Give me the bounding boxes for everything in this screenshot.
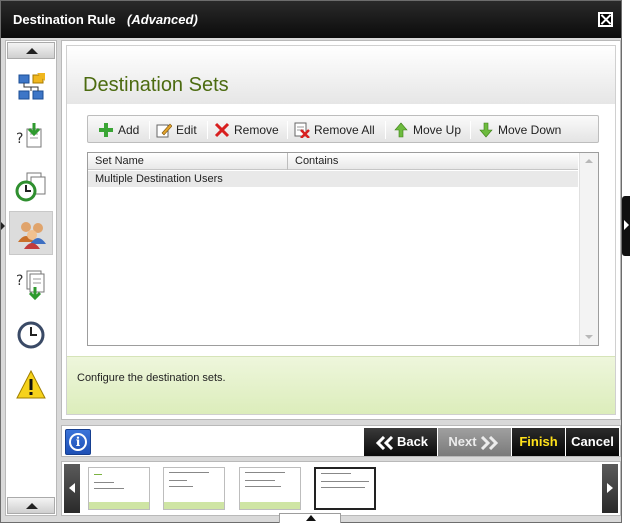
table-header: Set Name Contains	[88, 153, 578, 170]
svg-text:?: ?	[16, 273, 23, 289]
back-button-label: Back	[396, 434, 429, 449]
add-button[interactable]: Add	[98, 120, 139, 140]
thumbnail-scroll-left-button[interactable]	[64, 464, 80, 513]
column-header-contains[interactable]: Contains	[295, 155, 338, 167]
plus-icon	[99, 123, 113, 137]
description-text: Configure the destination sets.	[77, 372, 226, 384]
thumbnail-step[interactable]	[88, 467, 150, 510]
chevron-up-icon	[26, 48, 38, 54]
expand-side-panel-handle[interactable]	[622, 196, 630, 256]
table-vertical-scrollbar[interactable]	[579, 153, 598, 345]
remove-all-button-label: Remove All	[314, 123, 375, 137]
next-button-label: Next	[448, 434, 477, 449]
destination-sets-panel: Destination Sets Add Edit Remove Remove …	[66, 45, 616, 415]
info-button[interactable]: i	[65, 429, 91, 455]
sidebar-item-timing[interactable]	[9, 165, 53, 209]
question-download-icon: ?	[16, 123, 42, 148]
question-document-download-icon: ?	[16, 270, 45, 301]
main-content: Destination Sets Add Edit Remove Remove …	[61, 40, 621, 420]
next-button[interactable]: Next	[438, 428, 511, 456]
move-down-button-label: Move Down	[498, 123, 562, 137]
arrow-up-icon	[394, 122, 408, 138]
clock-copy-icon	[15, 172, 46, 202]
active-step-pointer-icon	[1, 222, 5, 230]
window-title: Destination Rule	[13, 12, 116, 27]
info-icon: i	[69, 433, 87, 451]
collapse-thumbnails-tab[interactable]	[279, 513, 341, 523]
description-panel: Configure the destination sets.	[67, 356, 615, 414]
remove-button-label: Remove	[234, 123, 279, 137]
thumbnail-step-selected[interactable]	[314, 467, 376, 510]
thumbnail-step[interactable]	[163, 467, 225, 510]
edit-button-label: Edit	[176, 123, 197, 137]
process-diagram-icon	[18, 73, 45, 100]
chevron-up-icon	[26, 503, 38, 509]
close-icon[interactable]	[598, 12, 613, 27]
remove-all-button[interactable]: Remove All	[294, 120, 375, 140]
toolbar-divider	[470, 121, 471, 139]
page-title: Destination Sets	[83, 74, 229, 96]
page-header: Destination Sets	[67, 46, 615, 104]
users-group-icon	[18, 222, 46, 249]
remove-button[interactable]: Remove	[214, 120, 279, 140]
sidebar-item-destinations[interactable]	[9, 211, 53, 255]
sidebar-item-warnings[interactable]	[9, 363, 53, 407]
remove-all-icon	[294, 122, 310, 138]
move-down-button[interactable]: Move Down	[478, 120, 561, 140]
sidebar-scroll-up-button[interactable]	[7, 42, 55, 59]
sidebar-scroll-down-button[interactable]	[7, 497, 55, 514]
scroll-up-icon[interactable]	[585, 159, 593, 163]
window-subtitle: (Advanced)	[127, 12, 198, 27]
clock-icon	[17, 321, 45, 349]
wizard-button-bar: i Back Next Finish Cancel	[61, 425, 621, 457]
toolbar-divider	[207, 121, 208, 139]
cancel-button[interactable]: Cancel	[566, 428, 619, 456]
title-bar: Destination Rule (Advanced)	[1, 1, 621, 38]
double-chevron-right-icon	[480, 435, 498, 450]
scroll-down-icon[interactable]	[585, 335, 593, 339]
finish-button[interactable]: Finish	[512, 428, 565, 456]
sidebar-item-escalation[interactable]	[9, 313, 53, 357]
table-row[interactable]: Multiple Destination Users	[88, 171, 578, 187]
chevron-right-icon	[607, 483, 613, 493]
destination-sets-table: Set Name Contains Multiple Destination U…	[87, 152, 599, 346]
destination-rule-window: Destination Rule (Advanced) ? ? Destinat…	[0, 0, 622, 523]
destination-sets-toolbar: Add Edit Remove Remove All Move Up Move …	[87, 115, 599, 143]
red-x-icon	[214, 122, 230, 138]
add-button-label: Add	[118, 123, 140, 137]
chevron-left-icon	[69, 483, 75, 493]
svg-text:?: ?	[16, 131, 23, 147]
sidebar-item-process[interactable]	[9, 65, 53, 109]
back-button[interactable]: Back	[364, 428, 437, 456]
warning-icon	[16, 369, 46, 399]
chevron-right-icon	[624, 220, 629, 230]
toolbar-divider	[385, 121, 386, 139]
column-header-set-name[interactable]: Set Name	[95, 155, 144, 167]
wizard-step-sidebar: ? ?	[5, 40, 57, 516]
toolbar-divider	[149, 121, 150, 139]
double-chevron-left-icon	[375, 435, 394, 450]
set-name-cell: Multiple Destination Users	[95, 173, 223, 185]
wizard-thumbnail-strip	[61, 461, 621, 516]
sidebar-item-outputs[interactable]: ?	[9, 263, 53, 307]
column-divider[interactable]	[287, 153, 288, 170]
thumbnail-step[interactable]	[239, 467, 301, 510]
edit-pencil-icon	[156, 123, 172, 138]
move-up-button-label: Move Up	[413, 123, 462, 137]
sidebar-item-inputs[interactable]: ?	[9, 115, 53, 159]
toolbar-divider	[287, 121, 288, 139]
edit-button[interactable]: Edit	[156, 120, 197, 140]
thumbnail-scroll-right-button[interactable]	[602, 464, 618, 513]
chevron-up-icon	[306, 515, 316, 521]
arrow-down-icon	[479, 122, 493, 138]
move-up-button[interactable]: Move Up	[393, 120, 461, 140]
